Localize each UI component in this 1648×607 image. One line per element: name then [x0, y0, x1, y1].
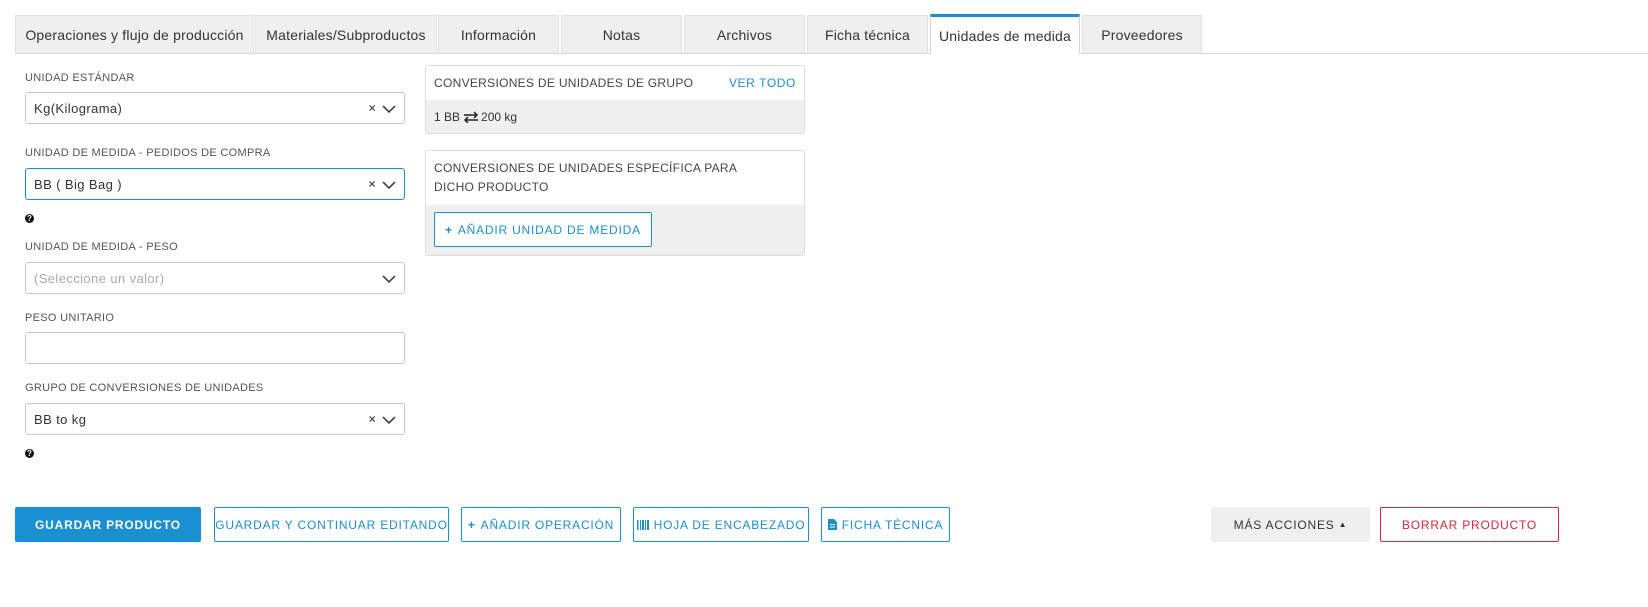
tech-sheet-button[interactable]: FICHA TÉCNICA — [821, 507, 950, 542]
help-icon[interactable]: ? — [25, 214, 34, 223]
conversion-left: 1 BB — [434, 110, 461, 124]
swap-arrows-icon — [463, 111, 479, 123]
unit-weight-label: PESO UNITARIO — [25, 312, 115, 324]
plus-icon: + — [445, 222, 453, 237]
standard-unit-select[interactable]: Kg(Kilograma) × — [25, 92, 405, 124]
specific-conversions-panel: CONVERSIONES DE UNIDADES ESPECÍFICA PARA… — [425, 150, 805, 256]
chevron-down-icon — [382, 275, 396, 284]
more-actions-button[interactable]: MÁS ACCIONES ▲ — [1211, 507, 1370, 542]
tab-notas[interactable]: Notas — [561, 15, 682, 53]
weight-unit-placeholder: (Seleccione un valor) — [34, 270, 165, 286]
clear-icon[interactable]: × — [369, 177, 376, 191]
tab-archivos[interactable]: Archivos — [684, 15, 805, 53]
conversion-group-label: GRUPO DE CONVERSIONES DE UNIDADES — [25, 382, 264, 394]
caret-up-icon: ▲ — [1338, 520, 1348, 529]
add-operation-button[interactable]: + AÑADIR OPERACIÓN — [461, 507, 621, 542]
tab-unidades-de-medida[interactable]: Unidades de medida — [930, 14, 1080, 54]
purchase-unit-label: UNIDAD DE MEDIDA - PEDIDOS DE COMPRA — [25, 147, 271, 159]
tab-materiales[interactable]: Materiales/Subproductos — [255, 15, 437, 53]
tab-bar: Operaciones y flujo de producción Materi… — [15, 14, 1648, 54]
group-conversions-title: CONVERSIONES DE UNIDADES DE GRUPO — [434, 76, 694, 90]
conversion-row: 1 BB 200 kg — [426, 100, 804, 133]
tab-ficha-tecnica[interactable]: Ficha técnica — [807, 15, 928, 53]
clear-icon[interactable]: × — [369, 101, 376, 115]
weight-unit-select[interactable]: (Seleccione un valor) — [25, 262, 405, 294]
chevron-down-icon — [382, 105, 396, 114]
header-sheet-button[interactable]: HOJA DE ENCABEZADO — [633, 507, 809, 542]
save-product-button[interactable]: GUARDAR PRODUCTO — [15, 507, 201, 542]
save-continue-button[interactable]: GUARDAR Y CONTINUAR EDITANDO — [214, 507, 449, 542]
chevron-down-icon — [382, 181, 396, 190]
purchase-unit-select[interactable]: BB ( Big Bag ) × — [25, 168, 405, 200]
tab-informacion[interactable]: Información — [438, 15, 559, 53]
purchase-unit-value: BB ( Big Bag ) — [34, 176, 122, 192]
tab-proveedores[interactable]: Proveedores — [1082, 15, 1202, 53]
document-icon — [827, 519, 837, 530]
conversion-group-value: BB to kg — [34, 411, 87, 427]
standard-unit-value: Kg(Kilograma) — [34, 100, 123, 116]
delete-product-button[interactable]: BORRAR PRODUCTO — [1380, 507, 1559, 542]
add-unit-button[interactable]: + AÑADIR UNIDAD DE MEDIDA — [434, 212, 652, 247]
standard-unit-label: UNIDAD ESTÁNDAR — [25, 72, 135, 84]
help-icon[interactable]: ? — [25, 449, 34, 458]
unit-weight-input[interactable] — [25, 332, 405, 364]
group-conversions-panel: CONVERSIONES DE UNIDADES DE GRUPO VER TO… — [425, 65, 805, 134]
view-all-link[interactable]: VER TODO — [729, 74, 796, 93]
weight-unit-label: UNIDAD DE MEDIDA - PESO — [25, 241, 178, 253]
chevron-down-icon — [382, 416, 396, 425]
clear-icon[interactable]: × — [369, 412, 376, 426]
conversion-right: 200 kg — [481, 110, 518, 124]
specific-conversions-title: CONVERSIONES DE UNIDADES ESPECÍFICA PARA… — [434, 161, 737, 194]
tab-operaciones[interactable]: Operaciones y flujo de producción — [15, 15, 254, 53]
conversion-group-select[interactable]: BB to kg × — [25, 403, 405, 435]
barcode-icon — [636, 519, 649, 530]
plus-icon: + — [467, 517, 476, 532]
